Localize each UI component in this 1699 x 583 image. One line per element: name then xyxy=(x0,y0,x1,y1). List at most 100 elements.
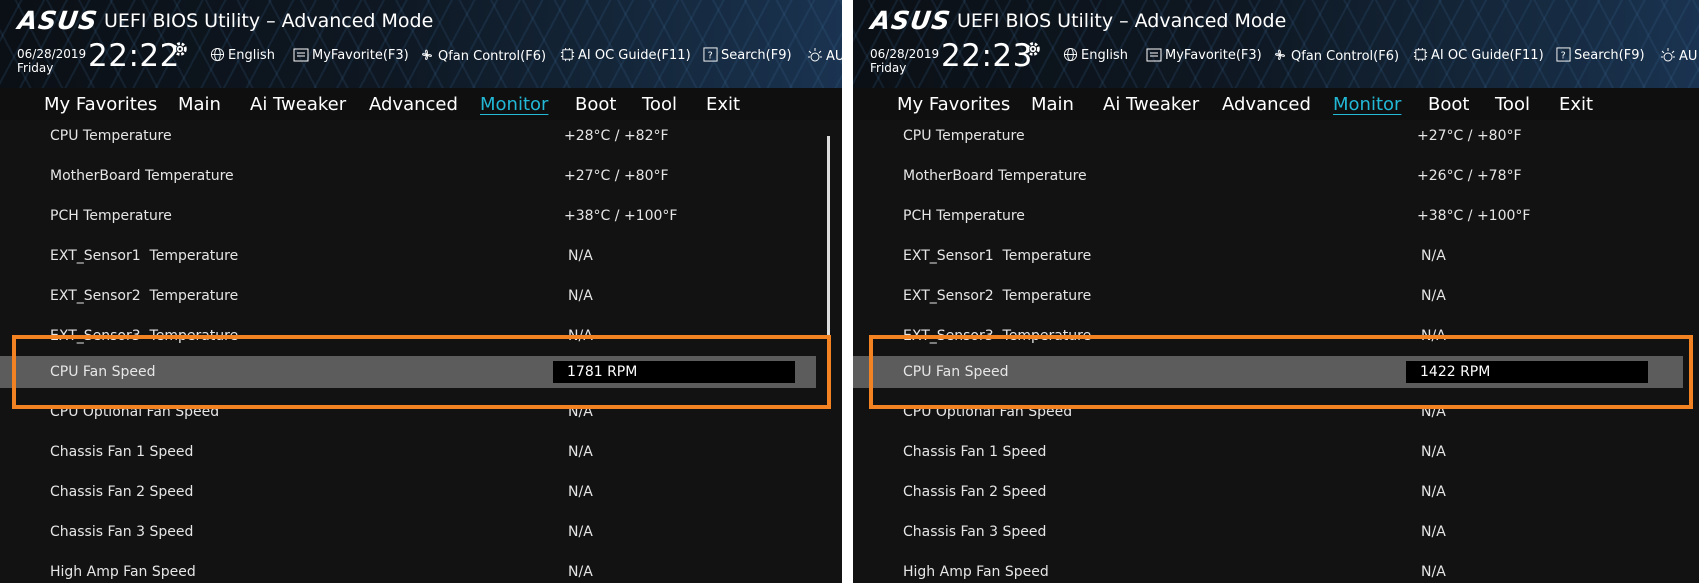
myfavorite-button[interactable]: MyFavorite(F3) xyxy=(1146,47,1262,65)
bios-screen-right: ASUS UEFI BIOS Utility – Advanced Mode 0… xyxy=(853,0,1699,583)
list-item[interactable]: CPU Temperature +27°C / +80°F xyxy=(853,120,1699,152)
list-item[interactable]: CPU Temperature +28°C / +82°F xyxy=(0,120,842,152)
language-label: English xyxy=(1081,48,1128,63)
search-button[interactable]: ? Search(F9) xyxy=(703,47,792,65)
list-item[interactable]: Chassis Fan 2 Speed N/A xyxy=(0,476,842,508)
item-value: N/A xyxy=(568,444,593,460)
list-item[interactable]: EXT_Sensor1 Temperature N/A xyxy=(0,240,842,272)
list-item[interactable]: EXT_Sensor2 Temperature N/A xyxy=(853,280,1699,312)
list-item[interactable]: EXT_Sensor3 Temperature N/A xyxy=(853,320,1699,352)
list-item[interactable]: High Amp Fan Speed N/A xyxy=(0,556,842,583)
clock: 22:23 xyxy=(941,38,1033,74)
item-value: +26°C / +78°F xyxy=(1417,168,1522,184)
list-item[interactable]: CPU Optional Fan Speed N/A xyxy=(0,396,842,428)
list-item[interactable]: CPU Optional Fan Speed N/A xyxy=(853,396,1699,428)
list-item[interactable]: Chassis Fan 3 Speed N/A xyxy=(0,516,842,548)
clock: 22:22 xyxy=(88,38,180,74)
tab-main[interactable]: Main xyxy=(1031,88,1074,120)
scrollbar[interactable] xyxy=(827,136,830,348)
window-title: UEFI BIOS Utility – Advanced Mode xyxy=(957,10,1287,32)
item-value: N/A xyxy=(568,524,593,540)
day-text: Friday xyxy=(17,61,54,75)
tab-ai-tweaker[interactable]: Ai Tweaker xyxy=(250,88,346,120)
tab-boot[interactable]: Boot xyxy=(575,88,616,120)
tab-tool[interactable]: Tool xyxy=(642,88,677,120)
qfan-control-button[interactable]: Qfan Control(F6) xyxy=(419,47,546,65)
gear-icon[interactable] xyxy=(1024,40,1042,58)
item-label: High Amp Fan Speed xyxy=(903,564,1049,580)
tab-monitor[interactable]: Monitor xyxy=(480,88,548,120)
list-item[interactable]: Chassis Fan 1 Speed N/A xyxy=(0,436,842,468)
tab-tool[interactable]: Tool xyxy=(1495,88,1530,120)
aura-button[interactable]: AU xyxy=(807,47,842,65)
item-label: CPU Optional Fan Speed xyxy=(50,404,220,420)
tab-exit[interactable]: Exit xyxy=(1559,88,1593,120)
tab-ai-tweaker[interactable]: Ai Tweaker xyxy=(1103,88,1199,120)
item-label: Chassis Fan 3 Speed xyxy=(50,524,194,540)
list-item[interactable]: PCH Temperature +38°C / +100°F xyxy=(0,200,842,232)
item-value: +38°C / +100°F xyxy=(564,208,678,224)
myfavorite-button[interactable]: MyFavorite(F3) xyxy=(293,47,409,65)
item-label: EXT_Sensor1 Temperature xyxy=(903,248,1092,264)
list-item[interactable]: EXT_Sensor1 Temperature N/A xyxy=(853,240,1699,272)
list-item[interactable]: Chassis Fan 1 Speed N/A xyxy=(853,436,1699,468)
language-button[interactable]: English xyxy=(210,47,275,65)
tab-main[interactable]: Main xyxy=(178,88,221,120)
tab-exit[interactable]: Exit xyxy=(706,88,740,120)
qfan-control-label: Qfan Control(F6) xyxy=(1291,49,1400,64)
tab-my-favorites[interactable]: My Favorites xyxy=(897,88,1010,120)
item-value: N/A xyxy=(568,248,593,264)
qfan-control-button[interactable]: Qfan Control(F6) xyxy=(1272,47,1399,65)
tab-advanced[interactable]: Advanced xyxy=(1222,88,1311,120)
item-value: N/A xyxy=(1421,248,1446,264)
main-nav: My Favorites Main Ai Tweaker Advanced Mo… xyxy=(0,88,842,120)
list-item[interactable]: Chassis Fan 2 Speed N/A xyxy=(853,476,1699,508)
ai-oc-guide-button[interactable]: AI OC Guide(F11) xyxy=(1413,47,1544,65)
list-item[interactable]: EXT_Sensor2 Temperature N/A xyxy=(0,280,842,312)
list-item[interactable]: MotherBoard Temperature +26°C / +78°F xyxy=(853,160,1699,192)
item-label: EXT_Sensor2 Temperature xyxy=(903,288,1092,304)
tab-monitor[interactable]: Monitor xyxy=(1333,88,1401,120)
item-value: +27°C / +80°F xyxy=(564,168,669,184)
item-value: N/A xyxy=(568,484,593,500)
cpu-fan-speed-row[interactable]: CPU Fan Speed 1781 RPM xyxy=(0,356,816,388)
search-button[interactable]: ? Search(F9) xyxy=(1556,47,1645,65)
item-value: N/A xyxy=(568,288,593,304)
aura-icon xyxy=(1661,48,1675,62)
tab-advanced[interactable]: Advanced xyxy=(369,88,458,120)
cpu-fan-speed-row[interactable]: CPU Fan Speed 1422 RPM xyxy=(853,356,1683,388)
item-label: EXT_Sensor3 Temperature xyxy=(50,328,239,344)
item-label: Chassis Fan 2 Speed xyxy=(50,484,194,500)
item-value: N/A xyxy=(568,404,593,420)
list-item[interactable]: High Amp Fan Speed N/A xyxy=(853,556,1699,583)
aura-button[interactable]: AU xyxy=(1660,47,1697,65)
asus-logo: ASUS xyxy=(16,6,100,35)
fan-icon xyxy=(1275,49,1285,60)
list-item[interactable]: Chassis Fan 3 Speed N/A xyxy=(853,516,1699,548)
date-text: 06/28/2019 xyxy=(17,47,87,61)
cpu-fan-speed-value: 1781 RPM xyxy=(553,361,795,383)
svg-text:?: ? xyxy=(1561,50,1566,61)
ai-oc-guide-button[interactable]: AI OC Guide(F11) xyxy=(560,47,691,65)
tab-boot[interactable]: Boot xyxy=(1428,88,1469,120)
item-label: Chassis Fan 1 Speed xyxy=(50,444,194,460)
item-value: N/A xyxy=(568,564,593,580)
list-item[interactable]: EXT_Sensor3 Temperature N/A xyxy=(0,320,842,352)
item-label: EXT_Sensor1 Temperature xyxy=(50,248,239,264)
gear-icon[interactable] xyxy=(171,40,189,58)
list-item[interactable]: PCH Temperature +38°C / +100°F xyxy=(853,200,1699,232)
window-title: UEFI BIOS Utility – Advanced Mode xyxy=(104,10,434,32)
globe-icon xyxy=(1063,47,1078,62)
item-value: +27°C / +80°F xyxy=(1417,128,1522,144)
language-label: English xyxy=(228,48,275,63)
myfavorite-label: MyFavorite(F3) xyxy=(1165,48,1262,63)
ai-oc-icon xyxy=(1413,47,1428,62)
search-label: Search(F9) xyxy=(721,48,792,63)
aura-label: AU xyxy=(1679,49,1698,64)
item-label: CPU Temperature xyxy=(903,128,1025,144)
tab-my-favorites[interactable]: My Favorites xyxy=(44,88,157,120)
date-display: 06/28/2019 Friday xyxy=(17,47,86,75)
list-item[interactable]: MotherBoard Temperature +27°C / +80°F xyxy=(0,160,842,192)
language-button[interactable]: English xyxy=(1063,47,1128,65)
item-value: +28°C / +82°F xyxy=(564,128,669,144)
